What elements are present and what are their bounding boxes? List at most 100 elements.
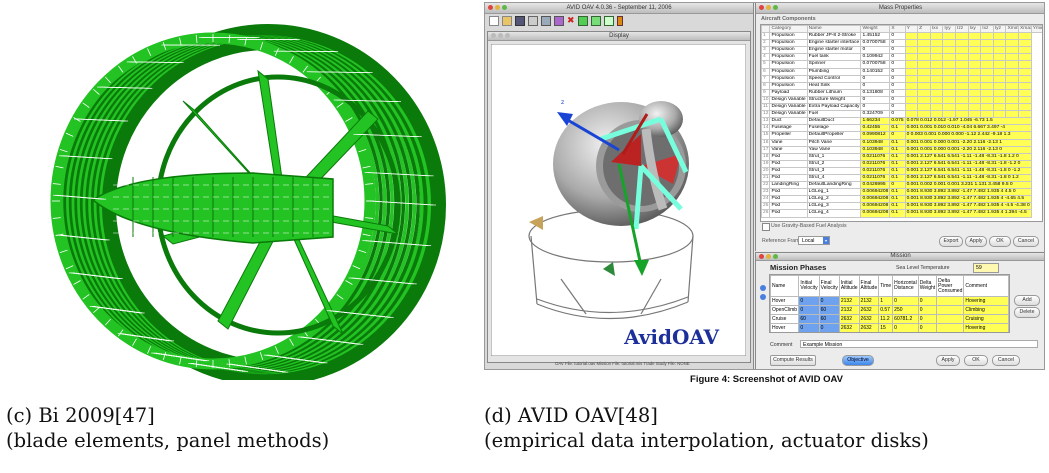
phase-cell[interactable]: 2132 [838, 305, 860, 315]
new-file-icon[interactable] [489, 16, 499, 26]
sea-level-temp-input[interactable]: 59 [973, 263, 999, 273]
chart-icon[interactable] [554, 16, 564, 26]
phase-cell[interactable]: 0 [917, 323, 938, 332]
phase-cell[interactable]: Cruise [770, 314, 800, 324]
move-up-icon[interactable] [760, 285, 766, 291]
component-row[interactable]: 11 Design Variable Extra Payload Capacity 0… [761, 103, 1043, 112]
column-header[interactable]: Category [769, 25, 808, 34]
phase-row[interactable]: Cruise60602632263211.260781.20Cruising [771, 333, 1009, 334]
phase-cell[interactable]: 0 [918, 333, 936, 334]
component-row[interactable]: 14 Fuselage Fuselage 0.42455 0.1 0.001 0.001 … [761, 124, 1043, 133]
column-header[interactable]: Y [904, 25, 919, 34]
green-box-icon[interactable] [591, 16, 601, 26]
phase-cell[interactable]: 0 [798, 323, 820, 332]
gravity-checkbox[interactable] [762, 223, 770, 231]
phase-cell[interactable]: Hovering [963, 296, 1009, 306]
phase-cell[interactable]: 2132 [838, 296, 860, 306]
phase-column-header[interactable]: Final Velocity [818, 275, 840, 297]
column-header[interactable] [761, 25, 771, 34]
phase-column-header[interactable]: Name [770, 275, 800, 297]
phase-column-header[interactable]: Comment [963, 275, 1009, 297]
component-row[interactable]: 23 Pod LGLeg_1 0.00694208 0.1 0.001 8.930 3.8… [761, 188, 1043, 197]
phase-cell[interactable]: 60 [818, 305, 840, 315]
mission-phases-table-container[interactable]: Name Initial Velocity Final Velocity Initia… [769, 274, 1010, 333]
phase-column-header[interactable]: Delta Weight [917, 275, 938, 297]
phase-cell[interactable]: 0 [818, 323, 840, 332]
phase-cell[interactable]: 0 [798, 305, 820, 315]
move-down-icon[interactable] [760, 294, 766, 300]
phase-cell[interactable]: 0 [892, 296, 919, 306]
phase-cell[interactable]: 60 [818, 314, 840, 324]
phase-cell[interactable]: Cruising [963, 314, 1009, 324]
column-header[interactable]: Xmin [1005, 25, 1020, 34]
phase-cell[interactable]: 60 [799, 333, 819, 334]
phase-cell[interactable]: Hovering [963, 323, 1009, 332]
phase-cell[interactable]: Climbing [963, 305, 1009, 315]
phase-cell[interactable] [937, 333, 964, 334]
phase-column-header[interactable]: Delta Power Consumed [936, 275, 965, 297]
column-header[interactable]: Name [806, 25, 862, 34]
component-row[interactable]: 10 Design Variable Structure Weight 0 0 [761, 95, 1043, 105]
reference-frame-select[interactable]: Local ▾ [798, 236, 830, 245]
column-header[interactable]: Ixz [980, 25, 994, 34]
column-header[interactable]: Iyz [992, 25, 1007, 34]
column-header[interactable]: Ixx [929, 25, 944, 34]
mass-ok-button[interactable]: OK [989, 236, 1011, 247]
column-header[interactable]: Ymin [1030, 25, 1042, 34]
export-button[interactable]: Export [939, 236, 963, 247]
phase-cell[interactable]: 0 [917, 296, 938, 306]
mass-cancel-button[interactable]: Cancel [1013, 236, 1039, 247]
phase-cell[interactable]: 60781.2 [893, 333, 919, 334]
phase-cell[interactable] [936, 323, 965, 332]
component-row[interactable]: 18 Pod Strut_1 0.0211076 0.1 0.001 2.127 6.54… [761, 152, 1043, 161]
component-row[interactable]: 5 Propulsion Spinner 0.0700758 0 [761, 60, 1043, 69]
save-icon[interactable] [515, 16, 525, 26]
column-header[interactable]: Ixy [967, 25, 982, 34]
phase-row[interactable]: Hover 0 0 2632 2632 15 0 0 Hovering [770, 323, 1009, 332]
phase-cell[interactable]: 1 [878, 296, 894, 306]
column-header[interactable]: Iyy [942, 25, 956, 34]
phase-column-header[interactable]: Initial Altitude [838, 275, 860, 297]
phase-cell[interactable]: 250 [892, 305, 919, 315]
component-row[interactable]: 13 Duct DefaultDuct 1.66234 0.075 0.078 0.012… [761, 117, 1043, 126]
phase-cell[interactable]: 2632 [858, 314, 880, 324]
component-row[interactable]: 8 Propulsion Heat Sink 0 0 [761, 81, 1043, 90]
phase-cell[interactable]: 11.2 [879, 333, 893, 334]
run-icon[interactable] [617, 16, 623, 26]
component-row[interactable]: 2 Propulsion Engine starter interface 0.070… [761, 39, 1043, 48]
phase-column-header[interactable]: Horizontal Distance [892, 275, 919, 297]
add-phase-button[interactable]: Add [1014, 295, 1040, 306]
phase-cell[interactable]: 0.57 [878, 305, 894, 315]
phase-cell[interactable]: Cruising [964, 333, 1009, 334]
component-row[interactable]: 16 Vane Pitch Vane 0.103948 0.1 0.001 0.001 0… [761, 138, 1043, 147]
light-box-icon[interactable] [604, 16, 614, 26]
component-row[interactable]: 1 Propulsion Rubber JP-8 2-Stroke 1.45152 0 [761, 32, 1043, 41]
phase-cell[interactable]: 60781.2 [892, 314, 919, 324]
mission-apply-button[interactable]: Apply [936, 355, 960, 366]
tools-icon[interactable]: ✖ [567, 16, 575, 25]
mass-apply-button[interactable]: Apply [965, 236, 987, 247]
column-header[interactable]: Weight [860, 25, 891, 34]
delete-phase-button[interactable]: Delete [1014, 307, 1040, 318]
comment-input[interactable]: Example Mission [800, 340, 1038, 348]
phase-cell[interactable]: 15 [878, 323, 894, 332]
mission-ok-button[interactable]: OK [964, 355, 988, 366]
open-folder-icon[interactable] [502, 16, 512, 26]
compute-results-button[interactable]: Compute Results [770, 355, 816, 366]
phase-cell[interactable]: Cruise [771, 333, 799, 334]
component-row[interactable]: 3 Propulsion Engine starter motor 0 0 [761, 46, 1043, 55]
component-row[interactable]: 20 Pod Strut_3 0.0211076 0.1 0.001 2.127 6.54… [761, 166, 1043, 175]
mission-cancel-button[interactable]: Cancel [992, 355, 1020, 366]
phase-column-header[interactable]: Final Altitude [858, 275, 880, 297]
column-header[interactable]: Izz [955, 25, 969, 34]
phase-row[interactable]: Cruise60602632263211.260781.20Cruising [770, 314, 1009, 324]
copy-icon[interactable] [541, 16, 551, 26]
column-header[interactable]: Xmax [1018, 25, 1032, 34]
phase-cell[interactable]: 2632 [858, 305, 880, 315]
phase-cell[interactable]: 2132 [858, 296, 880, 306]
phase-cell[interactable]: 0 [818, 296, 840, 306]
phase-cell[interactable]: 0 [917, 305, 938, 315]
component-row[interactable]: 21 Pod Strut_4 0.0211076 0.1 0.001 2.127 6.54… [761, 173, 1043, 183]
column-header[interactable]: Z [917, 25, 931, 34]
phase-cell[interactable]: 2632 [838, 314, 860, 324]
